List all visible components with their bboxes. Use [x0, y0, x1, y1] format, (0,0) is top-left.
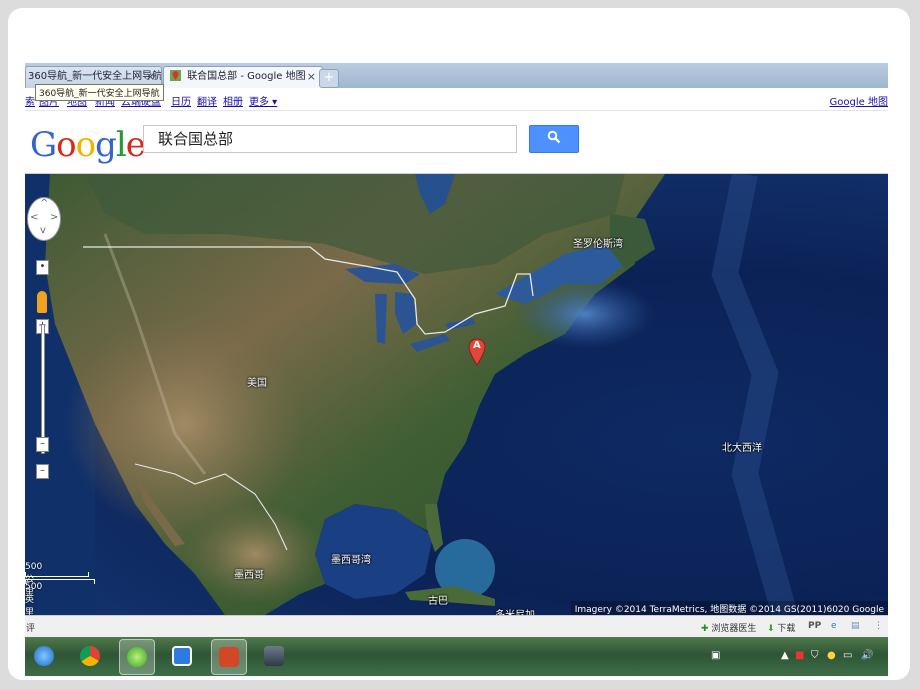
gbar-item-photos[interactable]: 相册 [223, 93, 243, 108]
gbar-item-more[interactable]: 更多 ▾ [249, 93, 277, 108]
search-button[interactable] [529, 125, 579, 153]
pan-up-icon[interactable]: ^ [40, 198, 48, 209]
maps-header: Google 联合国总部 [25, 111, 888, 174]
download-label: 下载 [777, 624, 796, 634]
tray-security-icon[interactable]: ■ [795, 650, 804, 661]
search-input[interactable]: 联合国总部 [143, 125, 517, 153]
ie-mode-icon[interactable]: e [831, 621, 837, 631]
zoom-slider[interactable] [41, 324, 45, 454]
pp-icon[interactable]: PP [808, 621, 821, 631]
status-left-text: 评 [26, 624, 36, 634]
tray-update-icon[interactable]: ● [827, 650, 836, 661]
pegman-icon[interactable] [37, 291, 47, 313]
logo-letter: g [95, 125, 117, 165]
close-tab-icon[interactable]: × [307, 67, 316, 87]
powerpoint-icon[interactable] [211, 639, 247, 675]
tray-app-icon[interactable]: ▣ [711, 650, 720, 661]
pan-right-icon[interactable]: > [50, 212, 58, 223]
download-button[interactable]: ⬇ 下载 [767, 621, 795, 634]
search-icon [547, 130, 561, 148]
browser-doctor-label: 浏览器医生 [711, 624, 757, 634]
gbar-item-search[interactable]: 索 [25, 93, 35, 108]
more-icon[interactable]: ⋮ [874, 621, 883, 631]
marker-label: A [473, 340, 481, 351]
map-imagery [25, 174, 798, 615]
tab-label: 360导航_新一代安全上网导航 [28, 71, 162, 82]
tray-volume-icon[interactable]: 🔊 [861, 650, 873, 661]
slide: 360导航_新一代安全上网导航 × 联合国总部 - Google 地图 × + … [8, 8, 910, 680]
360-browser-icon[interactable] [119, 639, 155, 675]
tray-shield-icon[interactable]: ⛉ [811, 650, 819, 661]
map-copyright: Imagery ©2014 TerraMetrics, 地图数据 ©2014 G… [570, 601, 888, 615]
label-mexico: 墨西哥 [234, 570, 264, 581]
label-gulf-st-lawrence: 圣罗伦斯湾 [573, 239, 623, 250]
label-gulf-of-mexico: 墨西哥湾 [331, 555, 371, 566]
zoom-slider-handle[interactable]: – [36, 437, 49, 452]
browser-screenshot: 360导航_新一代安全上网导航 × 联合国总部 - Google 地图 × + … [25, 63, 888, 676]
download-arrow-icon: ⬇ [767, 624, 775, 634]
label-north-atlantic: 北大西洋 [722, 443, 762, 454]
satellite-map[interactable]: 圣罗伦斯湾 美国 北大西洋 墨西哥湾 墨西哥 古巴 多米尼加 ^ < > v •… [25, 174, 888, 615]
zoom-out-button[interactable]: – [36, 464, 49, 479]
browser-doctor-button[interactable]: ✚ 浏览器医生 [701, 621, 756, 634]
tray-expand-icon[interactable]: ▲ [781, 650, 789, 661]
ie-icon[interactable] [27, 639, 61, 673]
logo-letter: o [75, 125, 97, 165]
logo-letter: G [30, 125, 57, 165]
pan-control[interactable]: ^ < > v [27, 197, 61, 241]
logo-letter: o [56, 125, 77, 165]
gbar-item-translate[interactable]: 翻译 [197, 93, 217, 108]
label-dominican: 多米尼加 [495, 606, 535, 615]
teamviewer-icon[interactable] [165, 639, 199, 673]
status-bar: 评 ✚ 浏览器医生 ⬇ 下载 PP e ▤ ⋮ [25, 615, 888, 637]
tab-label: 联合国总部 - Google 地图 [187, 71, 306, 82]
chrome-icon[interactable] [73, 639, 107, 673]
gbar-maps-link[interactable]: Google 地图 [830, 93, 888, 108]
google-logo[interactable]: Google [30, 125, 146, 165]
tab-tooltip: 360导航_新一代安全上网导航 [35, 84, 164, 101]
label-usa: 美国 [247, 378, 267, 389]
scale-km-bar [25, 572, 89, 577]
logo-letter: l [115, 125, 127, 165]
pan-left-icon[interactable]: < [30, 212, 38, 223]
pan-down-icon[interactable]: v [40, 225, 46, 236]
zoom-reset-button[interactable]: • [36, 260, 49, 275]
tray-network-icon[interactable]: ▭ [843, 650, 852, 661]
tab-google-maps[interactable]: 联合国总部 - Google 地图 × [163, 66, 323, 89]
google-maps-favicon-icon [170, 70, 181, 81]
user-photo-icon[interactable] [257, 639, 291, 673]
gbar-item-calendar[interactable]: 日历 [171, 93, 191, 108]
new-tab-button[interactable]: + [319, 69, 339, 88]
page-icon[interactable]: ▤ [851, 621, 860, 631]
windows-taskbar: ▣ ▲ ■ ⛉ ● ▭ 🔊 [25, 637, 888, 676]
label-cuba: 古巴 [428, 596, 448, 607]
scale-mi-label: 500 英里 [25, 582, 43, 615]
shield-plus-icon: ✚ [701, 624, 709, 634]
